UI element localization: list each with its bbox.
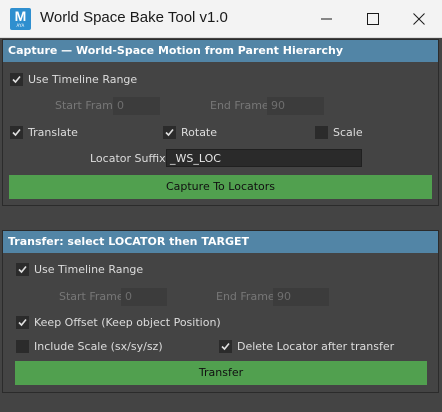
maximize-button[interactable] (350, 0, 396, 38)
checkmark-icon (221, 342, 230, 351)
keep-offset-label: Keep Offset (Keep object Position) (34, 316, 221, 329)
checkbox-box (163, 126, 176, 139)
capture-to-locators-button[interactable]: Capture To Locators (9, 175, 432, 199)
checkmark-icon (18, 318, 27, 327)
app-icon-letter: M (14, 8, 27, 24)
checkmark-icon (12, 128, 21, 137)
capture-use-timeline-label: Use Timeline Range (28, 73, 138, 86)
window-title: World Space Bake Tool v1.0 (40, 9, 228, 26)
title-bar[interactable]: M AYA World Space Bake Tool v1.0 (0, 0, 442, 38)
checkmark-icon (165, 128, 174, 137)
checkbox-box (16, 316, 29, 329)
checkbox-box (10, 73, 23, 86)
capture-section-header[interactable]: Capture — World-Space Motion from Parent… (3, 40, 438, 62)
maximize-icon (367, 13, 379, 25)
minimize-icon (321, 18, 332, 20)
capture-start-frame-label: Start Frame (55, 99, 120, 112)
capture-section: Capture — World-Space Motion from Parent… (2, 39, 439, 206)
minimize-button[interactable] (304, 0, 350, 38)
checkbox-box (315, 126, 328, 139)
checkmark-icon (18, 265, 27, 274)
capture-end-frame-label: End Frame (210, 99, 269, 112)
locator-suffix-label: Locator Suffix (90, 152, 166, 165)
close-button[interactable] (396, 0, 442, 38)
scale-label: Scale (333, 126, 363, 139)
capture-end-frame-field[interactable]: 90 (267, 97, 324, 115)
transfer-end-frame-label: End Frame (216, 290, 275, 303)
capture-start-frame-field[interactable]: 0 (113, 97, 160, 115)
transfer-end-frame-field[interactable]: 90 (273, 288, 329, 306)
transfer-start-frame-label: Start Frame (59, 290, 124, 303)
transfer-section-header[interactable]: Transfer: select LOCATOR then TARGET (3, 231, 438, 253)
transfer-section: Transfer: select LOCATOR then TARGET Use… (2, 230, 439, 393)
include-scale-label: Include Scale (sx/sy/sz) (34, 340, 163, 353)
checkmark-icon (12, 75, 21, 84)
delete-locator-label: Delete Locator after transfer (237, 340, 395, 353)
checkbox-box (10, 126, 23, 139)
transfer-button[interactable]: Transfer (15, 361, 427, 385)
checkbox-box (16, 340, 29, 353)
transfer-use-timeline-label: Use Timeline Range (34, 263, 144, 276)
checkbox-box (16, 263, 29, 276)
close-icon (413, 13, 425, 25)
maya-app-icon: M AYA (10, 8, 31, 30)
translate-label: Translate (28, 126, 78, 139)
app-icon-caption: AYA (16, 23, 25, 28)
checkbox-box (219, 340, 232, 353)
rotate-label: Rotate (181, 126, 218, 139)
locator-suffix-input[interactable]: _WS_LOC (166, 149, 362, 167)
transfer-start-frame-field[interactable]: 0 (121, 288, 167, 306)
